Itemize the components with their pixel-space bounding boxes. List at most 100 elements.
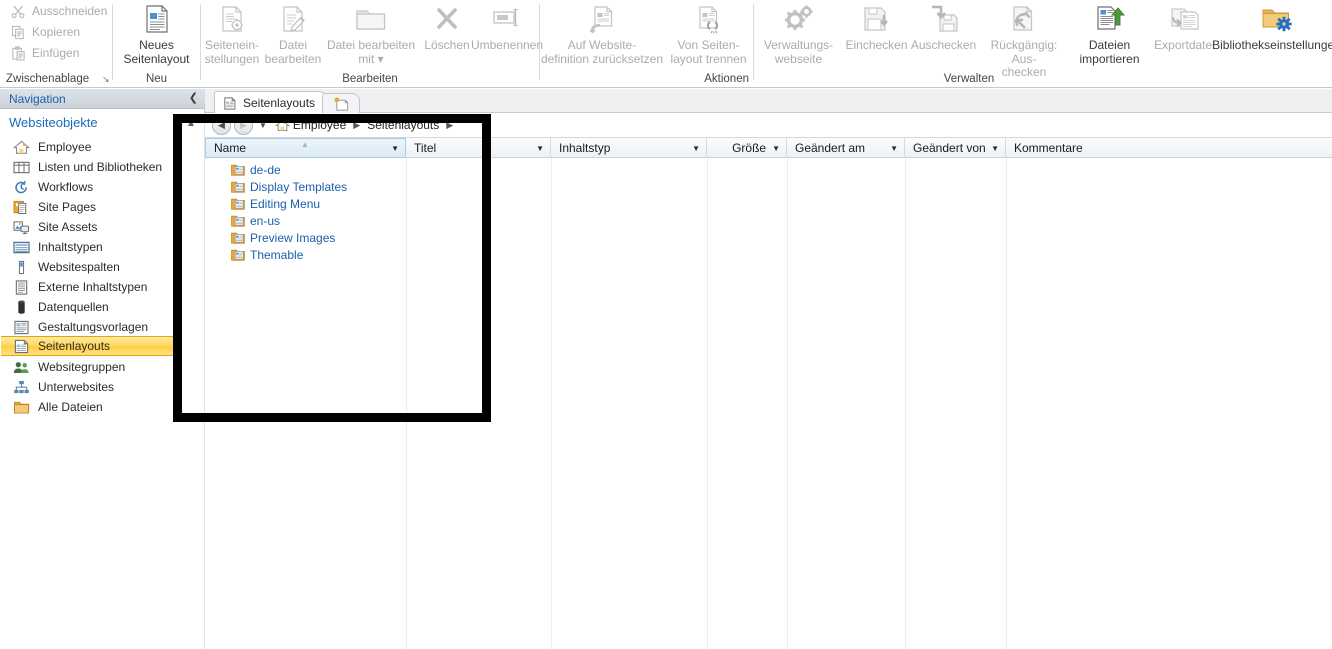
column-header-geaendert-von[interactable]: Geändert von ▼ xyxy=(905,138,1006,158)
check-out-button[interactable]: Auschecken xyxy=(910,2,977,53)
administration-web-page-label: Verwaltungs- webseite xyxy=(763,38,834,66)
column-header-titel[interactable]: Titel ▼ xyxy=(406,138,551,158)
filter-dropdown-icon[interactable]: ▼ xyxy=(536,144,544,153)
table-row[interactable]: en-us xyxy=(205,212,605,229)
ribbon-group-manage: Verwaltungs- webseite Einchecken Auschec… xyxy=(754,0,1332,88)
sidebar-item-lists-libraries[interactable]: Listen und Bibliotheken xyxy=(1,157,203,177)
chevron-left-icon[interactable]: ❮ xyxy=(189,92,198,105)
sidebar-item-site-pages[interactable]: Site Pages xyxy=(1,197,203,217)
import-files-label: Dateien importieren xyxy=(1079,38,1140,66)
ribbon-group-label-clipboard: Zwischenablage xyxy=(6,73,90,85)
sidebar-item-workflows[interactable]: Workflows xyxy=(1,177,203,197)
sidebar-item-label: Websitespalten xyxy=(38,260,120,274)
column-header-name[interactable]: ▲ Name ▼ xyxy=(205,138,406,158)
subsites-icon xyxy=(10,378,32,396)
cut-button[interactable]: Ausschneiden xyxy=(8,2,107,20)
administration-web-page-button[interactable]: Verwaltungs- webseite xyxy=(754,2,843,66)
breadcrumb-item-seitenlayouts[interactable]: Seitenlayouts xyxy=(367,118,439,132)
sidebar-item-site-assets[interactable]: Site Assets xyxy=(1,217,203,237)
row-name: en-us xyxy=(250,213,281,228)
navigation-pane-filler xyxy=(0,420,178,649)
filter-dropdown-icon[interactable]: ▼ xyxy=(391,144,399,153)
row-name: Editing Menu xyxy=(250,196,321,211)
undo-check-out-button[interactable]: Rückgängig: Aus- checken xyxy=(977,2,1071,80)
column-header-label: Größe xyxy=(732,141,767,155)
column-header-inhaltstyp[interactable]: Inhaltstyp ▼ xyxy=(551,138,707,158)
copy-icon xyxy=(8,23,28,41)
sidebar-item-site-groups[interactable]: Websitegruppen xyxy=(1,357,203,377)
clipboard-dialog-launcher[interactable]: ↘ xyxy=(102,74,110,85)
history-dropdown-icon[interactable]: ▼ xyxy=(259,121,267,130)
row-name: Preview Images xyxy=(250,230,336,245)
new-page-layout-label: Neues Seitenlayout xyxy=(123,38,190,66)
ribbon-group-label-actions: Aktionen xyxy=(704,73,749,85)
scroll-up-chevron-icon[interactable]: ▲ xyxy=(186,118,196,129)
column-header-label: Kommentare xyxy=(1014,141,1083,155)
paste-button[interactable]: Einfügen xyxy=(8,44,79,62)
check-in-button[interactable]: Einchecken xyxy=(843,2,910,53)
column-header-kommentare[interactable]: Kommentare xyxy=(1006,138,1332,158)
sidebar-item-label: Workflows xyxy=(38,180,94,194)
new-tab-button[interactable] xyxy=(322,93,360,114)
edit-file-with-label: Datei bearbeiten mit ▾ xyxy=(326,38,416,66)
site-pages-icon xyxy=(10,198,32,216)
column-header-geaendert-am[interactable]: Geändert am ▼ xyxy=(787,138,905,158)
column-gridline xyxy=(707,158,708,649)
sidebar-item-content-types[interactable]: Inhaltstypen xyxy=(1,237,203,257)
filter-dropdown-icon[interactable]: ▼ xyxy=(890,144,898,153)
edit-file-icon xyxy=(277,2,309,36)
sidebar-item-employee[interactable]: Employee xyxy=(1,137,203,157)
site-columns-icon xyxy=(10,258,32,276)
export-file-button[interactable]: Exportdatei xyxy=(1148,2,1221,53)
rename-button[interactable]: Umbenennen xyxy=(471,2,543,53)
new-page-layout-button[interactable]: Neues Seitenlayout xyxy=(113,2,200,66)
filter-dropdown-icon[interactable]: ▼ xyxy=(772,144,780,153)
sidebar-item-label: Seitenlayouts xyxy=(38,339,111,353)
table-row[interactable]: Display Templates xyxy=(205,178,605,195)
breadcrumb-home-icon xyxy=(275,119,290,132)
tab-label: Seitenlayouts xyxy=(243,96,316,110)
edit-file-button[interactable]: Datei bearbeiten xyxy=(263,2,323,66)
library-settings-button[interactable]: Bibliothekseinstellungen xyxy=(1212,2,1332,53)
home-icon xyxy=(10,138,32,156)
folder-icon xyxy=(231,197,245,210)
table-row[interactable]: de-de xyxy=(205,161,605,178)
reset-to-site-definition-label: Auf Website- definition zurücksetzen xyxy=(540,38,664,66)
breadcrumb-item-employee[interactable]: Employee xyxy=(293,118,346,132)
forward-arrow-icon[interactable]: ▶ xyxy=(234,115,253,135)
sidebar-item-site-columns[interactable]: Websitespalten xyxy=(1,257,203,277)
import-files-button[interactable]: Dateien importieren xyxy=(1071,2,1148,66)
table-row[interactable]: Preview Images xyxy=(205,229,605,246)
filter-dropdown-icon[interactable]: ▼ xyxy=(991,144,999,153)
sidebar-item-master-pages[interactable]: Gestaltungsvorlagen xyxy=(1,317,203,337)
table-row[interactable]: Editing Menu xyxy=(205,195,605,212)
detach-from-page-layout-label: Von Seiten- layout trennen xyxy=(670,38,747,66)
ribbon-group-label-edit: Bearbeiten xyxy=(342,73,398,85)
row-name: Display Templates xyxy=(250,179,348,194)
reset-to-site-definition-button[interactable]: Auf Website- definition zurücksetzen xyxy=(540,2,664,66)
page-settings-button[interactable]: Seitenein- stellungen xyxy=(201,2,263,66)
check-out-icon xyxy=(928,2,960,36)
delete-button[interactable]: Löschen xyxy=(419,2,475,53)
sidebar-item-external-content-types[interactable]: Externe Inhaltstypen xyxy=(1,277,203,297)
sidebar-item-all-files[interactable]: Alle Dateien xyxy=(1,397,203,417)
edit-file-with-button[interactable]: Datei bearbeiten mit ▾ xyxy=(323,2,419,66)
copy-button[interactable]: Kopieren xyxy=(8,23,80,41)
rename-label: Umbenennen xyxy=(470,38,544,52)
import-files-icon xyxy=(1094,2,1126,36)
filter-dropdown-icon[interactable]: ▼ xyxy=(692,144,700,153)
breadcrumb-separator: ▶ xyxy=(446,119,454,130)
detach-from-page-layout-button[interactable]: Von Seiten- layout trennen xyxy=(664,2,753,66)
sidebar-item-page-layouts[interactable]: Seitenlayouts xyxy=(1,336,203,356)
ribbon-group-label-manage: Verwalten xyxy=(943,73,995,85)
table-row[interactable]: Themable xyxy=(205,246,605,263)
sidebar-item-subsites[interactable]: Unterwebsites xyxy=(1,377,203,397)
folder-icon xyxy=(231,248,245,261)
tab-seitenlayouts[interactable]: Seitenlayouts xyxy=(214,91,329,114)
check-in-label: Einchecken xyxy=(845,38,908,52)
column-header-groesse[interactable]: Größe ▼ xyxy=(707,138,787,158)
back-arrow-icon[interactable]: ◀ xyxy=(212,115,231,135)
sidebar-item-data-sources[interactable]: Datenquellen xyxy=(1,297,203,317)
library-settings-label: Bibliothekseinstellungen xyxy=(1212,38,1332,52)
rename-icon xyxy=(491,2,523,36)
